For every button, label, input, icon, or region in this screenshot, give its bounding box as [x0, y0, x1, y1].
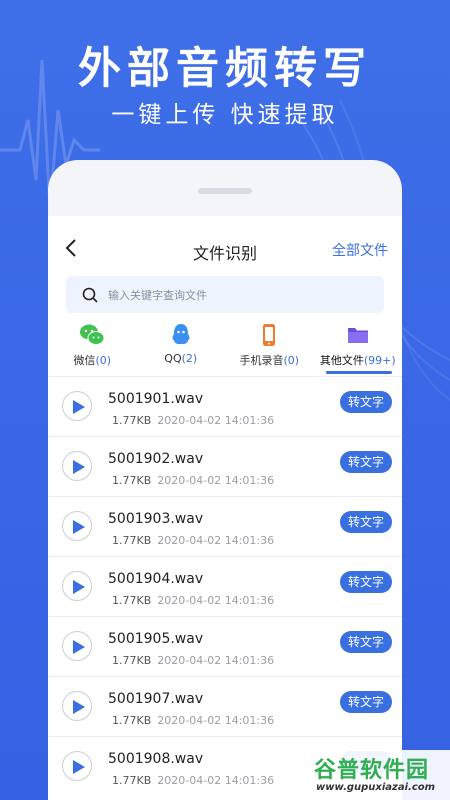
- convert-to-text-button[interactable]: 转文字: [340, 631, 392, 653]
- tab-count: (99+): [363, 354, 396, 367]
- search-input[interactable]: 输入关键字查询文件: [66, 276, 384, 313]
- file-size: 1.77KB: [112, 714, 152, 727]
- wechat-icon: [80, 324, 105, 345]
- file-date: 2020-04-02 14:01:36: [157, 414, 275, 427]
- play-button[interactable]: [62, 631, 92, 661]
- file-name: 5001908.wav: [108, 751, 204, 767]
- top-bar: 文件识别 全部文件: [48, 216, 402, 280]
- watermark-url: www.gupuxiazai.com: [316, 782, 436, 793]
- play-icon: [73, 700, 85, 714]
- file-name: 5001907.wav: [108, 691, 204, 707]
- file-date: 2020-04-02 14:01:36: [157, 474, 275, 487]
- file-name: 5001903.wav: [108, 511, 204, 527]
- list-item[interactable]: 5001905.wav 1.77KB 2020-04-02 14:01:36 转文…: [48, 616, 402, 676]
- file-list: 5001901.wav 1.77KB 2020-04-02 14:01:36 转文…: [48, 376, 402, 796]
- phone-recorder-icon: [263, 324, 276, 346]
- convert-to-text-button[interactable]: 转文字: [340, 391, 392, 413]
- file-size: 1.77KB: [112, 654, 152, 667]
- file-size: 1.77KB: [112, 414, 152, 427]
- tab-qq[interactable]: QQ(2): [137, 318, 226, 376]
- play-icon: [73, 460, 85, 474]
- folder-icon: [347, 328, 368, 343]
- tab-phone-recording[interactable]: 手机录音(0): [225, 318, 314, 376]
- file-date: 2020-04-02 14:01:36: [157, 774, 275, 787]
- tab-other-files[interactable]: 其他文件(99+): [314, 318, 403, 376]
- watermark-title: 谷普软件园: [314, 758, 430, 783]
- file-size: 1.77KB: [112, 594, 152, 607]
- tab-count: (0): [95, 354, 112, 367]
- search-placeholder: 输入关键字查询文件: [108, 288, 207, 302]
- list-item[interactable]: 5001902.wav 1.77KB 2020-04-02 14:01:36 转文…: [48, 436, 402, 496]
- convert-to-text-button[interactable]: 转文字: [340, 511, 392, 533]
- banner-headline: 外部音频转写: [78, 44, 372, 94]
- all-files-link[interactable]: 全部文件: [332, 240, 388, 260]
- file-name: 5001904.wav: [108, 571, 204, 587]
- file-date: 2020-04-02 14:01:36: [157, 534, 275, 547]
- tab-wechat[interactable]: 微信(0): [48, 318, 137, 376]
- list-item[interactable]: 5001904.wav 1.77KB 2020-04-02 14:01:36 转文…: [48, 556, 402, 616]
- play-button[interactable]: [62, 571, 92, 601]
- play-icon: [73, 520, 85, 534]
- file-name: 5001905.wav: [108, 631, 204, 647]
- phone-mockup: 文件识别 全部文件 输入关键字查询文件 微信(0) QQ(2) 手机录音(0) …: [48, 160, 402, 800]
- file-recognition-screen: 文件识别 全部文件 输入关键字查询文件 微信(0) QQ(2) 手机录音(0) …: [48, 216, 402, 800]
- file-date: 2020-04-02 14:01:36: [157, 594, 275, 607]
- tab-label: 其他文件: [319, 354, 364, 367]
- play-button[interactable]: [62, 751, 92, 781]
- convert-to-text-button[interactable]: 转文字: [340, 691, 392, 713]
- search-icon: [82, 287, 98, 303]
- convert-to-text-button[interactable]: 转文字: [340, 451, 392, 473]
- play-icon: [73, 580, 85, 594]
- convert-to-text-button[interactable]: 转文字: [340, 571, 392, 593]
- play-button[interactable]: [62, 391, 92, 421]
- file-name: 5001901.wav: [108, 391, 204, 407]
- file-size: 1.77KB: [112, 774, 152, 787]
- play-icon: [73, 640, 85, 654]
- list-item[interactable]: 5001903.wav 1.77KB 2020-04-02 14:01:36 转文…: [48, 496, 402, 556]
- source-tabs: 微信(0) QQ(2) 手机录音(0) 其他文件(99+): [48, 318, 402, 376]
- active-tab-indicator: [325, 371, 392, 374]
- play-button[interactable]: [62, 511, 92, 541]
- play-button[interactable]: [62, 691, 92, 721]
- list-item[interactable]: 5001901.wav 1.77KB 2020-04-02 14:01:36 转文…: [48, 376, 402, 436]
- play-button[interactable]: [62, 451, 92, 481]
- file-date: 2020-04-02 14:01:36: [157, 714, 275, 727]
- tab-label: QQ: [164, 352, 182, 365]
- qq-icon: [172, 324, 190, 344]
- list-item[interactable]: 5001907.wav 1.77KB 2020-04-02 14:01:36 转文…: [48, 676, 402, 736]
- tab-count: (0): [283, 354, 300, 367]
- play-icon: [73, 760, 85, 774]
- tab-count: (2): [181, 352, 198, 365]
- tab-label: 手机录音: [239, 354, 284, 367]
- file-name: 5001902.wav: [108, 451, 204, 467]
- phone-speaker: [198, 188, 252, 194]
- file-size: 1.77KB: [112, 474, 152, 487]
- tab-label: 微信: [73, 354, 96, 367]
- file-size: 1.77KB: [112, 534, 152, 547]
- play-icon: [73, 400, 85, 414]
- site-watermark: 谷普软件园 www.gupuxiazai.com: [310, 750, 450, 800]
- banner-subline: 一键上传 快速提取: [111, 102, 339, 128]
- file-date: 2020-04-02 14:01:36: [157, 654, 275, 667]
